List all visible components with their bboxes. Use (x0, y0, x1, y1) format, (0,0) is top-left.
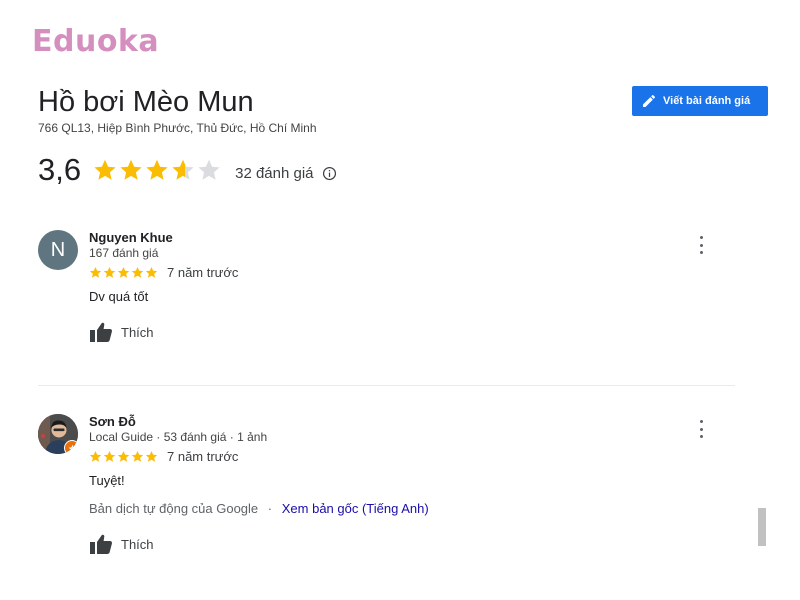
translation-note: Bản dịch tự động của Google (89, 501, 259, 516)
star-filled-icon (103, 266, 116, 278)
avatar[interactable] (38, 414, 78, 454)
write-review-button[interactable]: Viết bài đánh giá (632, 86, 768, 116)
rating-summary: 3,6 32 đánh giá (38, 152, 337, 188)
like-label: Thích (121, 536, 154, 552)
review-divider (38, 385, 735, 386)
thumbs-up-icon (90, 322, 112, 342)
star-filled-icon (117, 450, 130, 462)
reviewer-meta: Local Guide · 53 đánh giá · 1 ảnh (89, 430, 268, 444)
star-icon (68, 444, 76, 452)
review-time: 7 năm trước (167, 449, 239, 464)
more-options-icon[interactable] (698, 236, 704, 254)
star-filled-icon (89, 450, 102, 462)
average-rating: 3,6 (38, 152, 82, 187)
star-filled-icon (94, 159, 116, 180)
like-label: Thích (121, 324, 154, 340)
review-body: Sơn Đỗ Local Guide · 53 đánh giá · 1 ảnh… (89, 414, 709, 555)
star-filled-icon (146, 159, 168, 180)
review-text: Tuyệt! (89, 473, 125, 488)
star-filled-icon (117, 266, 130, 278)
review-time: 7 năm trước (167, 265, 239, 280)
view-original-link[interactable]: Xem bản gốc (Tiếng Anh) (282, 501, 429, 516)
star-filled-icon (145, 450, 158, 462)
scrollbar-thumb[interactable] (758, 508, 766, 546)
star-filled-icon (103, 450, 116, 462)
review-body: Nguyen Khue 167 đánh giá 7 năm trước Dv … (89, 230, 709, 343)
place-address: 766 QL13, Hiệp Bình Phước, Thủ Đức, Hồ C… (38, 121, 317, 135)
like-button[interactable]: Thích (89, 533, 709, 555)
write-review-label: Viết bài đánh giá (663, 95, 751, 107)
star-filled-icon (120, 159, 142, 180)
review-stars (89, 450, 159, 463)
like-button[interactable]: Thích (89, 321, 709, 343)
watermark-logo: Eduoka (32, 24, 160, 59)
info-icon[interactable] (322, 166, 337, 181)
thumbs-up-icon (90, 534, 112, 554)
place-title: Hồ bơi Mèo Mun (38, 86, 254, 118)
review-rating-row: 7 năm trước (89, 449, 709, 464)
review-stars (89, 266, 159, 279)
review-rating-row: 7 năm trước (89, 265, 709, 280)
average-rating-stars (93, 158, 223, 182)
reviewer-name[interactable]: Sơn Đỗ (89, 414, 709, 430)
review-text: Dv quá tốt (89, 289, 149, 304)
star-filled-icon (131, 450, 144, 462)
reviewer-name[interactable]: Nguyen Khue (89, 230, 709, 246)
star-half-icon (172, 159, 194, 180)
star-filled-icon (131, 266, 144, 278)
pencil-icon (643, 94, 656, 107)
avatar[interactable]: N (38, 230, 78, 270)
star-filled-icon (89, 266, 102, 278)
translation-separator: · (267, 501, 273, 516)
star-filled-icon (145, 266, 158, 278)
translation-info: Bản dịch tự động của Google · Xem bản gố… (89, 501, 709, 516)
reviewer-meta: 167 đánh giá (89, 246, 159, 260)
page: Eduoka Hồ bơi Mèo Mun 766 QL13, Hiệp Bìn… (0, 0, 800, 600)
more-options-icon[interactable] (698, 420, 704, 438)
review-count[interactable]: 32 đánh giá (235, 165, 313, 182)
star-empty-icon (198, 159, 220, 180)
local-guide-badge-icon (64, 440, 78, 454)
